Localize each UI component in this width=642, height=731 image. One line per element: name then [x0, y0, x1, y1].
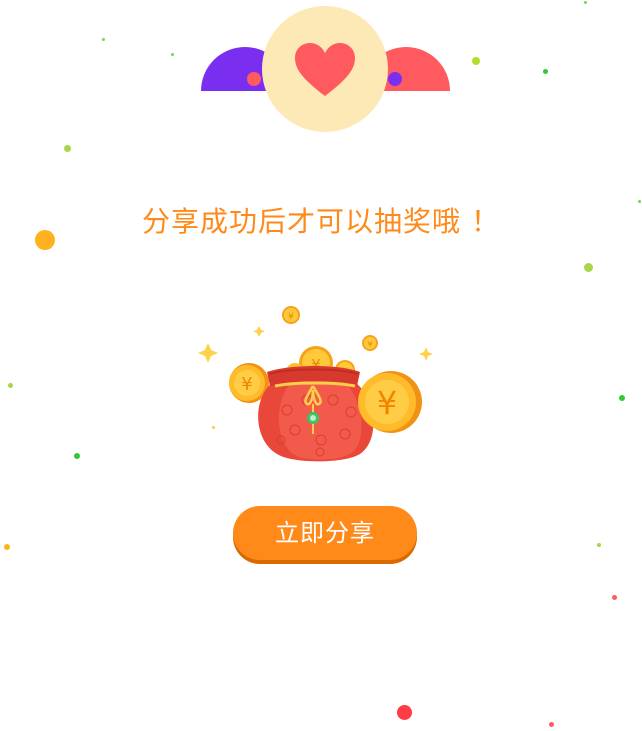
confetti-dot — [64, 145, 71, 152]
right-dot-decoration — [388, 72, 402, 86]
share-reward-page: 分享成功后才可以抽奖哦 ！ ¥ ¥ ¥ ¥ ¥ 立即分享 — [0, 0, 642, 731]
confetti-dot — [397, 705, 412, 720]
heart-badge — [262, 6, 388, 132]
yuan-coin-icon: ¥ — [362, 335, 378, 351]
header-emblem — [200, 6, 450, 134]
page-title: 分享成功后才可以抽奖哦 ！ — [142, 205, 500, 238]
confetti-dot — [612, 595, 617, 600]
yuan-coin-icon: ¥ — [282, 306, 300, 324]
confetti-dot — [171, 53, 174, 56]
svg-text:¥: ¥ — [241, 374, 252, 395]
confetti-dot — [102, 38, 105, 41]
confetti-dot — [74, 453, 80, 459]
confetti-dot — [619, 395, 625, 401]
confetti-dot — [8, 383, 13, 388]
confetti-dot — [472, 57, 480, 65]
confetti-dot — [597, 543, 601, 547]
heart-icon — [295, 43, 355, 96]
confetti-dot — [549, 722, 554, 727]
svg-text:¥: ¥ — [367, 340, 372, 349]
confetti-dot — [584, 1, 587, 4]
svg-text:¥: ¥ — [288, 312, 294, 322]
confetti-dot — [4, 544, 10, 550]
left-dot-decoration — [247, 72, 261, 86]
confetti-dot — [543, 69, 548, 74]
confetti-dot — [584, 263, 593, 272]
money-bag-icon: ¥ ¥ ¥ ¥ ¥ — [198, 306, 433, 462]
svg-text:¥: ¥ — [377, 384, 397, 422]
share-now-button[interactable]: 立即分享 — [233, 506, 417, 560]
